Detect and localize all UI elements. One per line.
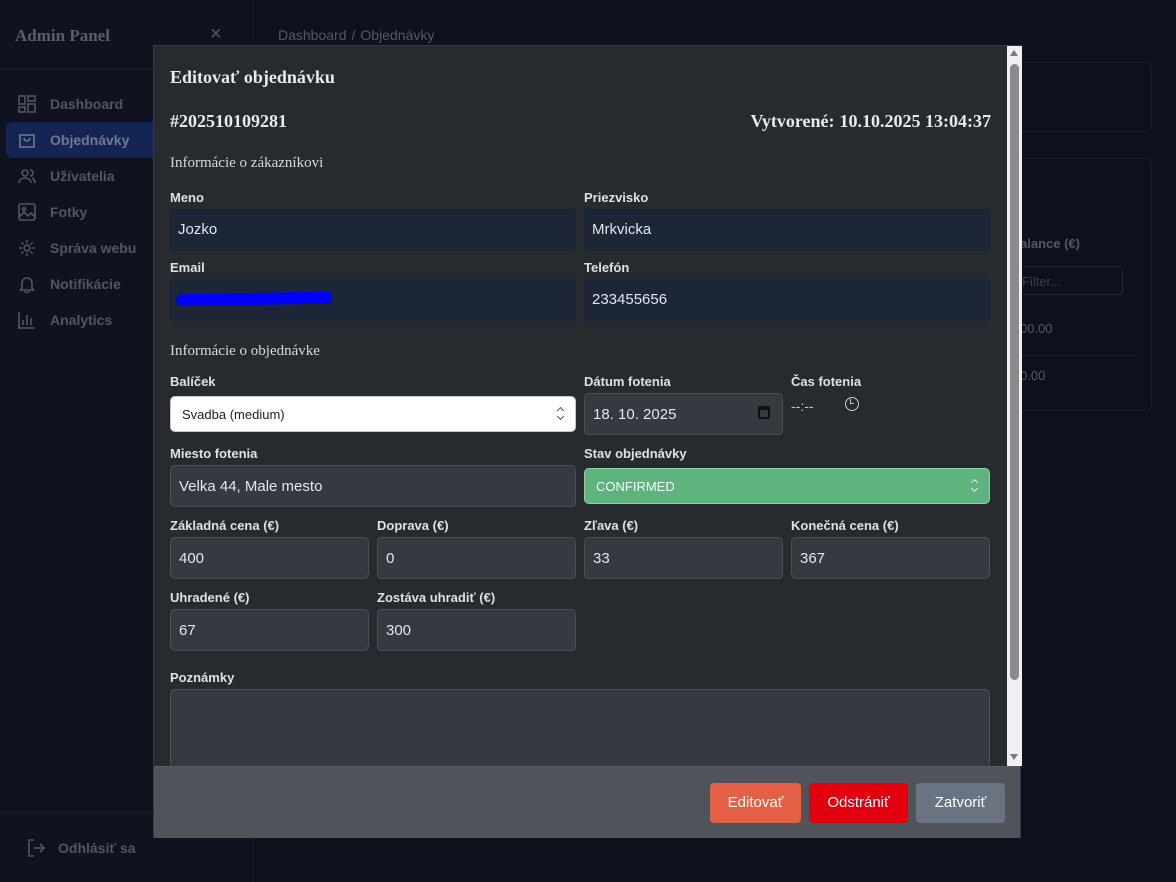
notes-label: Poznámky <box>170 670 235 685</box>
modal-title: Editovať objednávku <box>170 67 335 87</box>
photo-date-input[interactable]: 18. 10. 2025 <box>584 393 783 435</box>
paid-field[interactable]: 67 <box>170 609 369 651</box>
calendar-icon[interactable] <box>758 406 770 419</box>
created-label: Vytvorené: <box>750 111 835 131</box>
photo-time-input[interactable]: --:-- <box>791 398 814 414</box>
discount-field[interactable]: 33 <box>584 537 783 579</box>
delete-button[interactable]: Odstrániť <box>809 783 908 823</box>
remaining-label: Zostáva uhradiť (€) <box>377 590 496 605</box>
customer-section-heading: Informácie o zákazníkovi <box>170 155 324 171</box>
scroll-down-arrow-icon[interactable] <box>1010 754 1018 760</box>
paid-label: Uhradené (€) <box>170 590 250 605</box>
order-status-select[interactable]: CONFIRMED <box>584 468 990 504</box>
order-number: #202510109281 <box>170 111 287 131</box>
order-status-label: Stav objednávky <box>584 446 687 461</box>
email-label: Email <box>170 260 205 275</box>
location-label: Miesto fotenia <box>170 446 258 461</box>
photo-date-label: Dátum fotenia <box>584 374 671 389</box>
package-value: Svadba (medium) <box>182 407 285 422</box>
close-button[interactable]: Zatvoriť <box>916 783 1005 823</box>
base-price-field[interactable]: 400 <box>170 537 369 579</box>
chevron-up-down-icon <box>971 479 979 493</box>
remaining-field[interactable]: 300 <box>377 609 576 651</box>
first-name-field[interactable]: Jozko <box>170 209 576 251</box>
transport-field[interactable]: 0 <box>377 537 576 579</box>
modal-body: Editovať objednávku #202510109281 Vytvor… <box>154 46 1006 766</box>
phone-field[interactable]: 233455656 <box>584 279 990 321</box>
package-select[interactable]: Svadba (medium) <box>170 396 576 432</box>
discount-label: Zľava (€) <box>584 518 639 533</box>
modal-scrollbar[interactable] <box>1007 46 1022 766</box>
modal-footer: Editovať Odstrániť Zatvoriť <box>154 766 1020 838</box>
package-label: Balíček <box>170 374 216 389</box>
order-status-value: CONFIRMED <box>596 479 675 494</box>
created-value: 10.10.2025 13:04:37 <box>839 111 992 131</box>
edit-button[interactable]: Editovať <box>710 783 801 823</box>
base-price-label: Základná cena (€) <box>170 518 280 533</box>
photo-date-value: 18. 10. 2025 <box>593 406 677 423</box>
notes-textarea[interactable] <box>170 689 990 766</box>
final-price-label: Konečná cena (€) <box>791 518 899 533</box>
location-field[interactable]: Velka 44, Male mesto <box>170 465 576 507</box>
transport-label: Doprava (€) <box>377 518 449 533</box>
first-name-label: Meno <box>170 190 204 205</box>
clock-icon[interactable] <box>845 397 859 411</box>
created-date: Vytvorené: 10.10.2025 13:04:37 <box>746 111 992 132</box>
last-name-label: Priezvisko <box>584 190 649 205</box>
photo-time-label: Čas fotenia <box>791 374 862 389</box>
order-section-heading: Informácie o objednávke <box>170 343 320 359</box>
chevron-up-down-icon <box>557 407 565 421</box>
final-price-field[interactable]: 367 <box>791 537 990 579</box>
scrollbar-thumb[interactable] <box>1010 64 1019 680</box>
last-name-field[interactable]: Mrkvicka <box>584 209 990 251</box>
edit-order-modal: Editovať objednávku #202510109281 Vytvor… <box>153 45 1022 838</box>
phone-label: Telefón <box>584 260 630 275</box>
scroll-up-arrow-icon[interactable] <box>1010 50 1018 56</box>
